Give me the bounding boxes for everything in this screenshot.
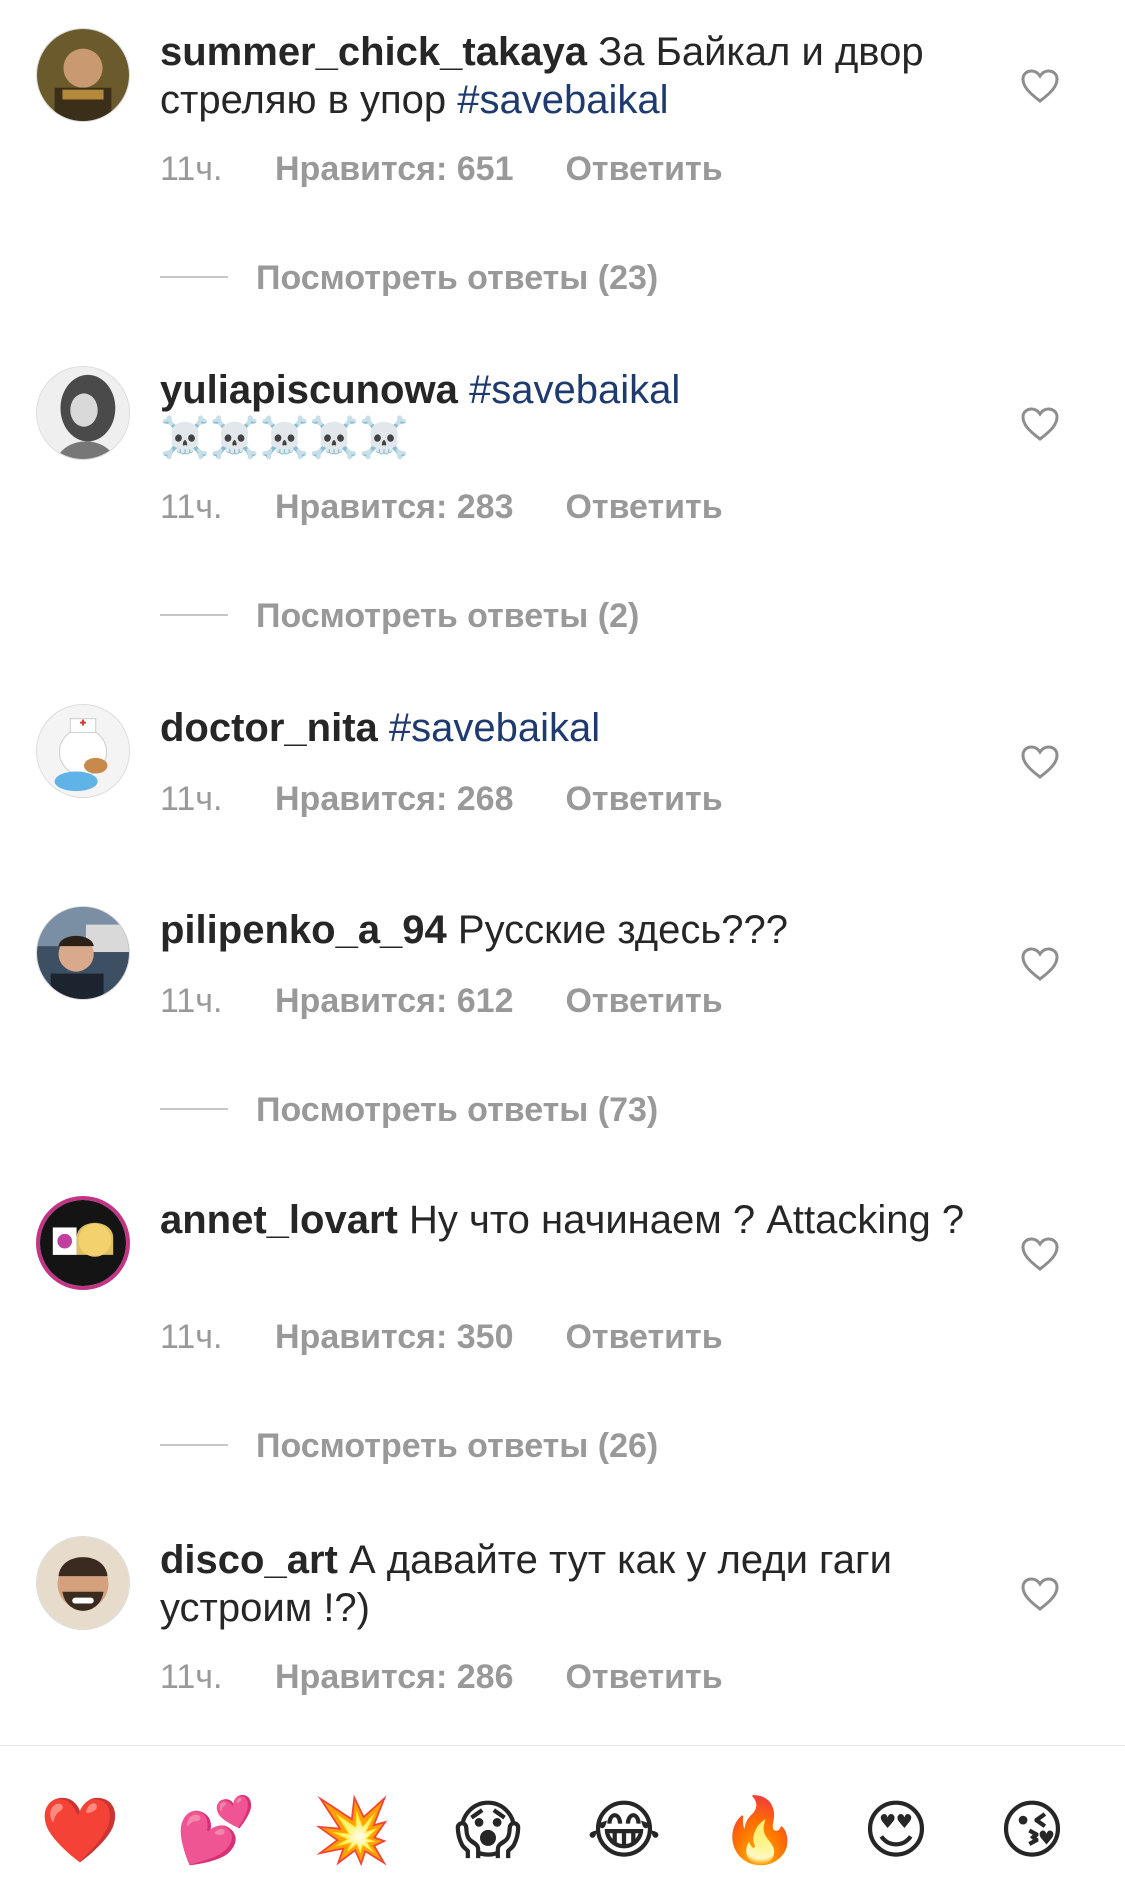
reply-button[interactable]: Ответить: [565, 982, 722, 1021]
view-replies-button[interactable]: Посмотреть ответы (73): [160, 1091, 658, 1130]
view-replies-button[interactable]: Посмотреть ответы (26): [160, 1427, 658, 1466]
reaction-heart-emoji[interactable]: ❤️: [40, 1790, 120, 1870]
comment-body: Русские здесь???: [446, 908, 788, 952]
comment-body: Ну что начинаем ? Attacking ?: [397, 1198, 965, 1242]
comment-meta: 11ч. Нравится: 286 Ответить: [160, 1658, 723, 1697]
likes-count[interactable]: Нравится: 612: [275, 982, 513, 1021]
comment-time: 11ч.: [160, 488, 223, 526]
reply-button[interactable]: Ответить: [565, 1318, 722, 1357]
reply-button[interactable]: Ответить: [565, 1658, 722, 1697]
comment-body: [378, 706, 389, 750]
likes-count[interactable]: Нравится: 651: [275, 150, 513, 189]
view-replies-label: Посмотреть ответы (2): [256, 597, 640, 635]
comment-text: disco_art А давайте тут как у леди гаги …: [160, 1536, 980, 1632]
reply-button[interactable]: Ответить: [565, 488, 722, 527]
comment-time: 11ч.: [160, 150, 223, 188]
comment-meta: 11ч. Нравится: 651 Ответить: [160, 150, 723, 189]
comment-text: summer_chick_takaya За Байкал и двор стр…: [160, 28, 980, 124]
heart-outline-icon[interactable]: [1020, 946, 1060, 982]
likes-count[interactable]: Нравится: 286: [275, 1658, 513, 1697]
avatar[interactable]: [36, 366, 130, 460]
comment-text: doctor_nita #savebaikal: [160, 704, 980, 752]
heart-outline-icon[interactable]: [1020, 744, 1060, 780]
comment-body: [458, 368, 469, 412]
comment-text: pilipenko_a_94 Русские здесь???: [160, 906, 980, 954]
likes-count[interactable]: Нравится: 268: [275, 780, 513, 819]
reply-button[interactable]: Ответить: [565, 780, 722, 819]
avatar[interactable]: [36, 704, 130, 798]
comment-username[interactable]: disco_art: [160, 1538, 338, 1582]
reaction-collision-emoji[interactable]: 💥: [312, 1790, 392, 1870]
divider-line: [160, 1444, 228, 1447]
comment-time: 11ч.: [160, 780, 223, 818]
comment-meta: 11ч. Нравится: 283 Ответить: [160, 488, 723, 527]
likes-count[interactable]: Нравится: 283: [275, 488, 513, 527]
reply-button[interactable]: Ответить: [565, 150, 722, 189]
hashtag-link[interactable]: #savebaikal: [469, 368, 680, 412]
comment-meta: 11ч. Нравится: 268 Ответить: [160, 780, 723, 819]
comment-username[interactable]: summer_chick_takaya: [160, 30, 587, 74]
comment-text: yuliapiscunowa #savebaikal ☠️☠️☠️☠️☠️: [160, 366, 980, 462]
comment-emoji-line: ☠️☠️☠️☠️☠️: [160, 416, 410, 460]
hashtag-link[interactable]: #savebaikal: [389, 706, 600, 750]
comment-time: 11ч.: [160, 1318, 223, 1356]
reaction-fire-emoji[interactable]: 🔥: [720, 1790, 800, 1870]
view-replies-label: Посмотреть ответы (23): [256, 259, 659, 297]
likes-count[interactable]: Нравится: 350: [275, 1318, 513, 1357]
view-replies-label: Посмотреть ответы (73): [256, 1091, 659, 1129]
quick-reactions-bar: ❤️ 💕 💥 😱 😂 🔥 😍 😘: [0, 1746, 1125, 1904]
heart-outline-icon[interactable]: [1020, 1576, 1060, 1612]
avatar[interactable]: [36, 28, 130, 122]
reaction-heart-eyes-emoji[interactable]: 😍: [856, 1790, 936, 1870]
hashtag-link[interactable]: #savebaikal: [457, 78, 668, 122]
divider-line: [160, 276, 228, 279]
heart-outline-icon[interactable]: [1020, 406, 1060, 442]
view-replies-label: Посмотреть ответы (26): [256, 1427, 659, 1465]
view-replies-button[interactable]: Посмотреть ответы (2): [160, 597, 639, 636]
heart-outline-icon[interactable]: [1020, 1236, 1060, 1272]
reaction-screaming-emoji[interactable]: 😱: [448, 1790, 528, 1870]
comment-username[interactable]: doctor_nita: [160, 706, 378, 750]
comment-text: annet_lovart Ну что начинаем ? Attacking…: [160, 1196, 980, 1244]
reaction-kiss-emoji[interactable]: 😘: [992, 1790, 1072, 1870]
view-replies-button[interactable]: Посмотреть ответы (23): [160, 259, 658, 298]
comment-username[interactable]: annet_lovart: [160, 1198, 398, 1242]
divider-line: [160, 1108, 228, 1111]
comment-username[interactable]: pilipenko_a_94: [160, 908, 447, 952]
heart-outline-icon[interactable]: [1020, 68, 1060, 104]
avatar[interactable]: [36, 1536, 130, 1630]
comment-time: 11ч.: [160, 982, 223, 1020]
divider-line: [160, 614, 228, 617]
avatar[interactable]: [36, 1196, 130, 1290]
comment-username[interactable]: yuliapiscunowa: [160, 368, 458, 412]
comments-list: summer_chick_takaya За Байкал и двор стр…: [0, 0, 1125, 1745]
avatar[interactable]: [36, 906, 130, 1000]
comment-meta: 11ч. Нравится: 612 Ответить: [160, 982, 723, 1021]
comment-meta: 11ч. Нравится: 350 Ответить: [160, 1318, 723, 1357]
reaction-two-hearts-emoji[interactable]: 💕: [176, 1790, 256, 1870]
comment-time: 11ч.: [160, 1658, 223, 1696]
reaction-tears-of-joy-emoji[interactable]: 😂: [584, 1790, 664, 1870]
